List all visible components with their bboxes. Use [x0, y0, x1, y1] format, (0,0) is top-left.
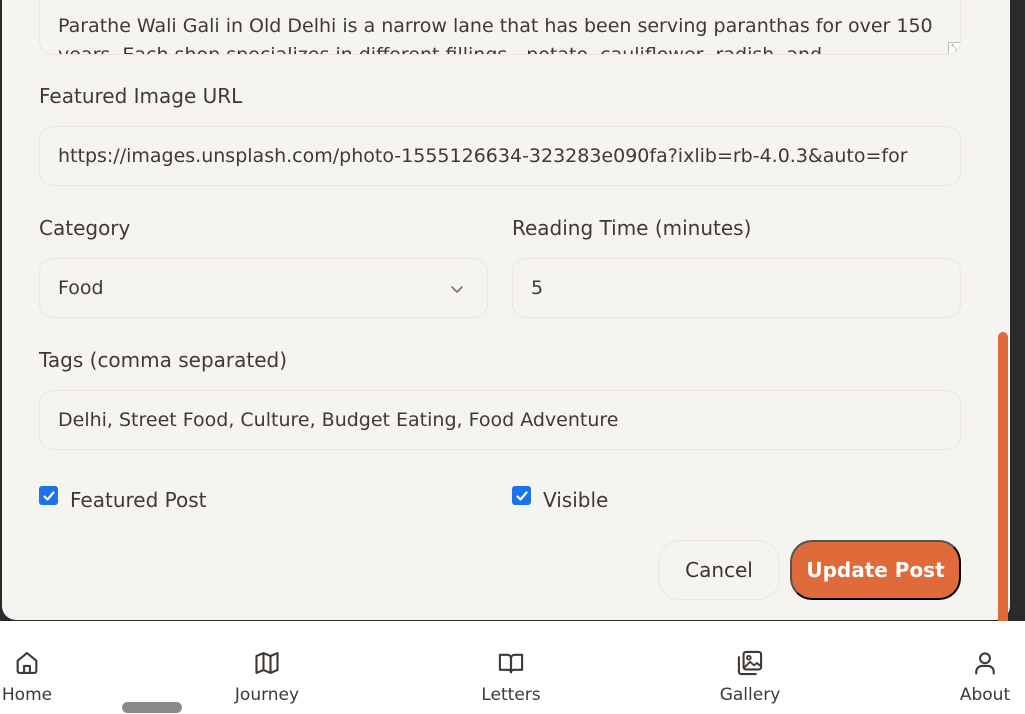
- nav-item-journey[interactable]: Journey: [227, 621, 307, 705]
- reading-time-label: Reading Time (minutes): [512, 216, 752, 240]
- reading-time-input[interactable]: 5: [512, 258, 961, 318]
- featured-post-checkbox[interactable]: [39, 486, 58, 505]
- user-icon: [975, 652, 995, 675]
- featured-image-value: https://images.unsplash.com/photo-155512…: [58, 145, 908, 167]
- nav-label-letters: Letters: [481, 685, 541, 705]
- reading-time-value: 5: [531, 277, 544, 299]
- category-select[interactable]: Food: [39, 258, 488, 318]
- update-post-button[interactable]: Update Post: [790, 540, 961, 600]
- images-icon: [737, 650, 763, 676]
- checkmark-icon: [42, 490, 55, 501]
- visible-label: Visible: [543, 488, 609, 512]
- category-value: Food: [58, 277, 104, 299]
- cancel-button[interactable]: Cancel: [658, 540, 780, 600]
- category-label: Category: [39, 216, 131, 240]
- nav-label-journey: Journey: [234, 685, 300, 705]
- content-textarea[interactable]: Parathe Wali Gali in Old Delhi is a narr…: [39, 0, 961, 55]
- edit-post-modal: Parathe Wali Gali in Old Delhi is a narr…: [2, 0, 1010, 620]
- nav-label-gallery: Gallery: [719, 685, 781, 705]
- visible-checkbox[interactable]: [512, 486, 531, 505]
- nav-label-home: Home: [1, 685, 53, 705]
- home-indicator[interactable]: [122, 702, 182, 713]
- featured-image-input[interactable]: https://images.unsplash.com/photo-155512…: [39, 126, 961, 186]
- checkmark-icon: [515, 490, 528, 501]
- tags-input[interactable]: Delhi, Street Food, Culture, Budget Eati…: [39, 390, 961, 450]
- nav-item-home[interactable]: Home: [0, 621, 54, 705]
- resize-handle-icon[interactable]: ⤡: [948, 42, 960, 54]
- tags-label: Tags (comma separated): [39, 348, 288, 372]
- nav-item-about[interactable]: About: [955, 621, 1015, 705]
- map-icon: [255, 652, 279, 674]
- bottom-navigation: Home Journey Letters Gallery About: [0, 621, 1025, 714]
- featured-post-label: Featured Post: [70, 488, 207, 512]
- book-open-icon: [498, 653, 524, 674]
- nav-item-letters[interactable]: Letters: [475, 621, 547, 705]
- content-text: Parathe Wali Gali in Old Delhi is a narr…: [58, 15, 933, 54]
- nav-label-about: About: [959, 685, 1011, 705]
- scrollbar-thumb[interactable]: [998, 332, 1008, 632]
- chevron-down-icon: [451, 286, 463, 293]
- tags-value: Delhi, Street Food, Culture, Budget Eati…: [58, 409, 619, 431]
- featured-image-label: Featured Image URL: [39, 84, 243, 108]
- home-icon: [16, 652, 38, 674]
- nav-item-gallery[interactable]: Gallery: [713, 621, 787, 705]
